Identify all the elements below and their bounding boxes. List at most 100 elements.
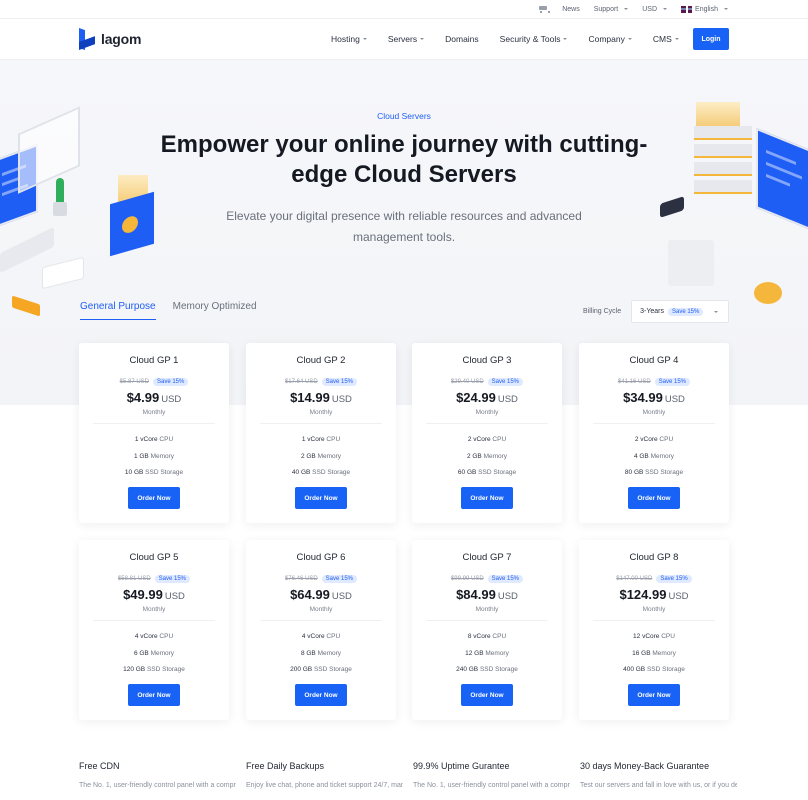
spec-label: SSD Storage [145,469,184,476]
spec-value: 40 GB [291,469,311,476]
login-button[interactable]: Login [693,28,729,50]
discount-row: $17.64 USD Save 15% [246,378,396,386]
spec-value: 10 GB [124,469,144,476]
original-price: $17.64 USD [284,379,318,385]
language-dropdown[interactable]: English [681,5,728,13]
monitor-illustration-icon [756,127,808,233]
safe-box-illustration-icon [110,191,154,257]
price-currency: USD [331,394,352,405]
storage-spec: 240 GB SSD Storage [412,666,562,673]
tab-general-purpose[interactable]: General Purpose [80,301,156,320]
nav-domains[interactable]: Domains [445,34,479,44]
nav-label: Servers [387,34,418,44]
divider [260,423,382,424]
plan-category-tabs: General Purpose Memory Optimized [80,301,257,320]
billing-period: Monthly [475,409,499,416]
cpu-spec: 2 vCore CPU [412,436,562,443]
order-now-button[interactable]: Order Now [128,487,180,509]
plan-price: $14.99 USD [246,390,396,405]
plan-name: Cloud GP 6 [296,552,346,563]
feature-item: 99.9% Uptime Gurantee The No. 1, user-fr… [413,761,580,791]
currency-dropdown[interactable]: USD [642,6,668,13]
spec-value: 16 GB [632,650,651,657]
discount-row: $99.99 USD Save 15% [412,575,562,583]
discount-row: $29.40 USD Save 15% [412,378,562,386]
plan-card: Cloud GP 6 $76.46 USD Save 15% $64.99 USD Mon… [246,540,396,720]
memory-spec: 2 GB Memory [246,453,396,460]
order-now-button[interactable]: Order Now [628,684,680,706]
original-price: $5.87 USD [119,379,149,385]
cpu-spec: 4 vCore CPU [246,633,396,640]
storage-box-illustration-icon [668,240,714,286]
storage-spec: 200 GB SSD Storage [246,666,396,673]
spec-label: CPU [659,436,674,443]
spec-label: Memory [650,453,675,460]
save-badge: Save 15% [654,378,691,386]
nav-security-tools[interactable]: Security & Tools [500,34,568,44]
plan-card: Cloud GP 1 $5.87 USD Save 15% $4.99 USD Month… [79,343,229,523]
server-stack-illustration-icon [694,126,752,196]
tab-memory-optimized[interactable]: Memory Optimized [173,301,257,320]
original-price: $41.16 USD [617,379,651,385]
spec-value: 8 vCore [467,633,491,640]
plant-illustration-icon [52,178,68,218]
nav-cms[interactable]: CMS [653,34,679,44]
price-currency: USD [161,394,182,405]
memory-spec: 1 GB Memory [79,453,229,460]
chevron-down-icon [663,8,668,10]
spec-label: Memory [485,650,509,657]
logo-text: lagom [101,31,142,47]
plan-card: Cloud GP 5 $58.81 USD Save 15% $49.99 USD Mon… [79,540,229,720]
logo[interactable]: lagom [79,28,141,50]
feature-title: 99.9% Uptime Gurantee [413,761,510,771]
order-now-button[interactable]: Order Now [128,684,180,706]
spec-value: 400 GB [623,666,646,673]
price-currency: USD [664,394,685,405]
price-amount: $4.99 [126,390,160,405]
spec-value: 4 GB [633,453,649,460]
cart-link[interactable] [538,5,551,13]
feature-title: Free Daily Backups [246,761,325,771]
order-now-button[interactable]: Order Now [461,684,513,706]
nav-servers[interactable]: Servers [387,34,425,44]
feature-description: Enjoy live chat, phone and ticket suppor… [246,782,403,789]
order-now-button[interactable]: Order Now [295,684,347,706]
billing-cycle: Billing Cycle 3-Years Save 15% [583,300,730,323]
discount-row: $41.16 USD Save 15% [579,378,729,386]
spec-value: 6 GB [133,650,149,657]
memory-spec: 4 GB Memory [579,453,729,460]
billing-cycle-select[interactable]: 3-Years Save 15% [631,300,730,323]
memory-spec: 6 GB Memory [79,650,229,657]
chevron-down-icon [674,38,679,40]
original-price: $76.46 USD [284,576,318,582]
order-now-button[interactable]: Order Now [461,487,513,509]
billing-cycle-label: Billing Cycle [583,308,622,315]
order-now-button[interactable]: Order Now [295,487,347,509]
save-badge: Save 15% [153,378,189,386]
chevron-down-icon [714,311,719,313]
support-dropdown[interactable]: Support [594,6,629,13]
discount-row: $58.81 USD Save 15% [79,575,229,583]
nav-label: CMS [652,34,672,44]
spec-label: CPU [159,436,174,443]
plan-price: $84.99 USD [412,587,562,602]
memory-spec: 16 GB Memory [579,650,729,657]
ssd-coin-illustration-icon [754,282,782,304]
chevron-down-icon [563,38,568,40]
price-amount: $14.99 [290,390,330,405]
storage-spec: 60 GB SSD Storage [412,469,562,476]
nav-label: Security & Tools [499,34,561,44]
spec-label: SSD Storage [312,469,351,476]
news-link[interactable]: News [562,6,580,13]
spec-label: SSD Storage [478,469,517,476]
order-now-button[interactable]: Order Now [628,487,680,509]
spec-value: 2 vCore [467,436,491,443]
main-header: lagom Hosting Servers Domains Security &… [0,18,808,60]
storage-spec: 400 GB SSD Storage [579,666,729,673]
spec-label: SSD Storage [313,666,352,673]
spec-label: Memory [483,453,508,460]
nav-hosting[interactable]: Hosting [331,34,367,44]
spec-label: CPU [326,633,341,640]
nav-company[interactable]: Company [588,34,632,44]
billing-period: Monthly [309,606,333,613]
